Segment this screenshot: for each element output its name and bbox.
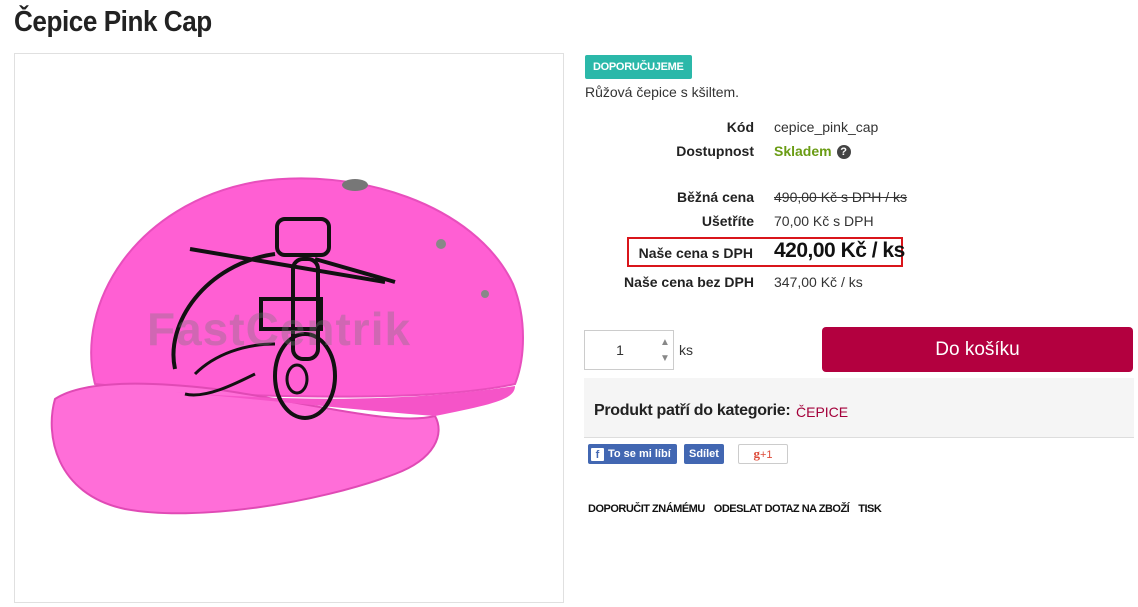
quantity-unit: ks: [679, 342, 693, 358]
ask-question-link[interactable]: ODESLAT DOTAZ NA ZBOŽÍ: [714, 503, 850, 515]
availability-value-wrap: Skladem?: [774, 143, 851, 159]
regular-price-row: Běžná cena 490,00 Kč s DPH / ks: [585, 189, 1125, 209]
availability-label: Dostupnost: [676, 143, 754, 159]
add-to-cart-button[interactable]: Do košíku: [822, 327, 1133, 372]
regular-price-label: Běžná cena: [676, 189, 754, 205]
google-plus-label: +1: [759, 449, 773, 461]
facebook-like-button[interactable]: f To se mi líbí: [588, 444, 677, 464]
quantity-input[interactable]: [585, 331, 655, 369]
code-label: Kód: [726, 119, 754, 135]
our-price-highlight: Naše cena s DPH 420,00 Kč / ks: [627, 237, 905, 267]
product-actions: DOPORUČIT ZNÁMÉMU ODESLAT DOTAZ NA ZBOŽÍ…: [588, 503, 882, 515]
quantity-stepper[interactable]: ▲ ▼: [584, 330, 674, 370]
question-circle-icon[interactable]: ?: [836, 145, 851, 159]
our-price-value: 420,00 Kč / ks: [774, 239, 905, 262]
availability-value: Skladem: [774, 143, 832, 159]
regular-price-value: 490,00 Kč s DPH / ks: [774, 189, 908, 205]
code-row: Kód cepice_pink_cap: [585, 119, 1125, 139]
facebook-like-label: To se mi líbí: [608, 448, 671, 460]
facebook-icon: f: [591, 447, 604, 461]
savings-label: Ušetříte: [701, 213, 754, 229]
price-no-vat-value: 347,00 Kč / ks: [774, 274, 863, 290]
savings-row: Ušetříte 70,00 Kč s DPH: [585, 213, 1125, 233]
page-title: Čepice Pink Cap: [14, 6, 212, 38]
category-box: Produkt patří do kategorie: ČEPICE: [584, 378, 1134, 438]
recommended-badge: DOPORUČUJEME: [585, 55, 692, 79]
price-no-vat-label: Naše cena bez DPH: [624, 274, 754, 290]
recommend-link[interactable]: DOPORUČIT ZNÁMÉMU: [588, 503, 705, 515]
print-link[interactable]: TISK: [858, 503, 882, 515]
arrow-down-icon[interactable]: ▼: [658, 352, 672, 366]
price-no-vat-row: Naše cena bez DPH 347,00 Kč / ks: [585, 274, 1125, 294]
google-plus-button[interactable]: g+1: [738, 444, 788, 464]
category-link[interactable]: ČEPICE: [796, 404, 848, 420]
pink-cap-illustration: [50, 177, 524, 515]
code-value: cepice_pink_cap: [774, 119, 879, 135]
category-label: Produkt patří do kategorie:: [594, 402, 791, 419]
our-price-label: Naše cena s DPH: [638, 245, 753, 261]
short-description: Růžová čepice s kšiltem.: [585, 84, 740, 100]
availability-row: Dostupnost Skladem?: [585, 143, 1125, 163]
product-image[interactable]: FastCentrik: [14, 53, 564, 603]
savings-value: 70,00 Kč s DPH: [774, 213, 874, 229]
arrow-up-icon[interactable]: ▲: [658, 336, 672, 350]
facebook-share-button[interactable]: Sdílet: [684, 444, 724, 464]
